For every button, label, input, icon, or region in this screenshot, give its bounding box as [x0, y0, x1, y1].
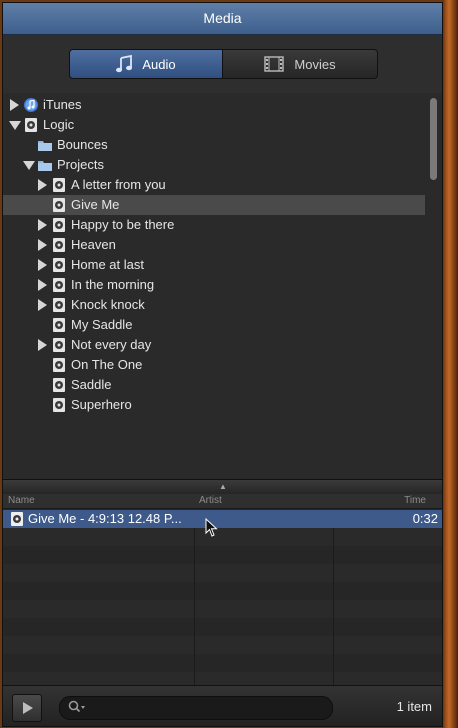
empty-row: [3, 654, 442, 672]
tab-audio[interactable]: Audio: [69, 49, 223, 79]
tree-item[interactable]: Logic: [3, 115, 425, 135]
tree-item[interactable]: Home at last: [3, 255, 425, 275]
tree-item-label: Superhero: [71, 397, 132, 412]
tree-item-label: On The One: [71, 357, 143, 372]
tree-item-label: Projects: [57, 157, 104, 172]
film-strip-icon: [264, 56, 285, 72]
tree-item-label: iTunes: [43, 97, 82, 112]
tree-item[interactable]: Knock knock: [3, 295, 425, 315]
column-header-name[interactable]: Name: [8, 494, 35, 508]
logic-doc-icon: [51, 337, 67, 353]
list-header: Name Artist Time: [3, 494, 442, 509]
search-input[interactable]: [88, 699, 328, 719]
tab-movies-label: Movies: [294, 56, 336, 72]
play-button[interactable]: [12, 694, 42, 722]
empty-row: [3, 546, 442, 564]
disclosure-collapsed-icon[interactable]: [10, 99, 19, 111]
mouse-pointer-icon: [205, 518, 218, 537]
empty-row: [3, 672, 442, 685]
tree-item[interactable]: iTunes: [3, 95, 425, 115]
tree-item[interactable]: Bounces: [3, 135, 425, 155]
media-list: Name Artist Time Give Me - 4:9:13 12.48 …: [3, 494, 442, 685]
logic-doc-icon: [51, 277, 67, 293]
music-note-icon: [116, 55, 133, 73]
tab-movies[interactable]: Movies: [222, 49, 378, 79]
folder-icon: [37, 137, 53, 153]
tree-item-label: Give Me: [71, 197, 120, 212]
item-count: 1 item: [396, 699, 432, 714]
disclosure-collapsed-icon[interactable]: [38, 299, 47, 311]
column-header-artist[interactable]: Artist: [199, 494, 222, 508]
itunes-icon: [23, 97, 39, 113]
wood-background: [442, 0, 458, 728]
tree-item[interactable]: On The One: [3, 355, 425, 375]
tree-item-label: Not every day: [71, 337, 152, 352]
tree-scrollbar[interactable]: [425, 94, 442, 479]
media-type-bar: Audio Movies: [3, 35, 442, 93]
tree-item[interactable]: Happy to be there: [3, 215, 425, 235]
search-field[interactable]: [59, 696, 333, 720]
play-icon: [23, 702, 33, 714]
tree-item-label: In the morning: [71, 277, 155, 292]
row-name: Give Me - 4:9:13 12.48 P...: [28, 511, 182, 526]
empty-row: [3, 582, 442, 600]
table-row[interactable]: Give Me - 4:9:13 12.48 P... 0:32: [3, 510, 442, 528]
tab-audio-label: Audio: [142, 56, 176, 72]
logic-doc-icon: [51, 317, 67, 333]
tree-item[interactable]: Projects: [3, 155, 425, 175]
footer-bar: 1 item: [3, 685, 442, 726]
logic-doc-icon: [51, 197, 67, 213]
disclosure-expanded-icon[interactable]: [9, 121, 21, 130]
media-tree: iTunes Logic Bounces Projects A letter from …: [3, 94, 425, 479]
tree-item-label: A letter from you: [71, 177, 166, 192]
tree-item-label: Heaven: [71, 237, 116, 252]
empty-row: [3, 564, 442, 582]
tree-scrollbar-thumb[interactable]: [430, 98, 437, 180]
disclosure-expanded-icon[interactable]: [23, 161, 35, 170]
media-browser-panel: Media Audio Movies iTunes Logic Bounces Pro…: [2, 2, 443, 727]
disclosure-collapsed-icon[interactable]: [38, 179, 47, 191]
tree-item-label: My Saddle: [71, 317, 133, 332]
empty-row: [3, 600, 442, 618]
row-time: 0:32: [412, 511, 438, 526]
logic-doc-icon: [51, 217, 67, 233]
logic-doc-icon: [51, 177, 67, 193]
tree-item[interactable]: Give Me: [3, 195, 425, 215]
logic-doc-icon: [51, 397, 67, 413]
logic-doc-icon: [51, 237, 67, 253]
tree-item[interactable]: Saddle: [3, 375, 425, 395]
tree-item-label: Bounces: [57, 137, 108, 152]
tree-item[interactable]: In the morning: [3, 275, 425, 295]
tree-item[interactable]: My Saddle: [3, 315, 425, 335]
column-header-time[interactable]: Time: [404, 494, 426, 508]
tree-item-label: Knock knock: [71, 297, 145, 312]
disclosure-collapsed-icon[interactable]: [38, 279, 47, 291]
disclosure-collapsed-icon[interactable]: [38, 239, 47, 251]
tree-item[interactable]: Superhero: [3, 395, 425, 415]
panel-title: Media: [3, 3, 442, 35]
tree-item-label: Happy to be there: [71, 217, 175, 232]
search-icon: [68, 700, 86, 719]
logic-doc-icon: [51, 357, 67, 373]
logic-doc-icon: [51, 257, 67, 273]
disclosure-collapsed-icon[interactable]: [38, 219, 47, 231]
pane-splitter[interactable]: ▲: [3, 479, 442, 495]
logic-doc-icon: [51, 297, 67, 313]
logic-doc-icon: [51, 377, 67, 393]
empty-row: [3, 636, 442, 654]
tree-item-label: Home at last: [71, 257, 144, 272]
logic-doc-icon: [23, 117, 39, 133]
splitter-grip-icon: ▲: [219, 482, 227, 491]
folder-icon: [37, 157, 53, 173]
disclosure-collapsed-icon[interactable]: [38, 259, 47, 271]
tree-item[interactable]: Not every day: [3, 335, 425, 355]
empty-row: [3, 618, 442, 636]
disclosure-collapsed-icon[interactable]: [38, 339, 47, 351]
empty-row: [3, 528, 442, 546]
tree-item-label: Saddle: [71, 377, 112, 392]
tree-item[interactable]: A letter from you: [3, 175, 425, 195]
tree-item-label: Logic: [43, 117, 75, 132]
tree-item[interactable]: Heaven: [3, 235, 425, 255]
logic-doc-icon: [9, 511, 25, 527]
